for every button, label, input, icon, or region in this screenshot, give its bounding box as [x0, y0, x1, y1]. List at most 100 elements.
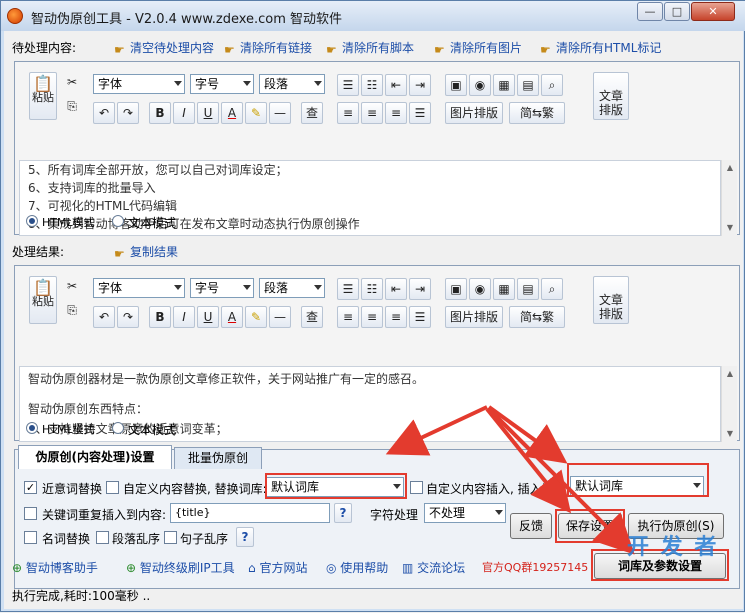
clear-images-link[interactable]: ☛ 清除所有图片: [434, 39, 522, 57]
pending-scrollbar[interactable]: ▲ ▼: [721, 160, 737, 236]
size-select[interactable]: 字号: [190, 278, 254, 298]
pending-text-mode-radio[interactable]: [112, 215, 124, 227]
bold-button[interactable]: B: [149, 306, 171, 328]
unordered-list-icon[interactable]: ☷: [361, 74, 383, 96]
document-icon[interactable]: ▤: [517, 74, 539, 96]
ordered-list-icon[interactable]: ☰: [337, 278, 359, 300]
paragraph-select[interactable]: 段落: [259, 278, 325, 298]
bold-button[interactable]: B: [149, 102, 171, 124]
custom-insert-checkbox[interactable]: [410, 481, 423, 494]
find-button[interactable]: 查: [301, 102, 323, 124]
title-bar[interactable]: 智动伪原创工具 - V2.0.4 www.zdexe.com 智动软件 — □ …: [1, 1, 745, 31]
horizontal-rule-icon[interactable]: —: [269, 306, 291, 328]
outdent-icon[interactable]: ⇤: [385, 74, 407, 96]
table-icon[interactable]: ▦: [493, 278, 515, 300]
trad-simp-button[interactable]: 简⇆繁: [509, 306, 565, 328]
footer-link-website[interactable]: ⌂ 官方网站: [248, 559, 307, 576]
find-button[interactable]: 查: [301, 306, 323, 328]
ordered-list-icon[interactable]: ☰: [337, 74, 359, 96]
minimize-button[interactable]: —: [637, 2, 663, 21]
article-layout-button[interactable]: 文章 排版: [593, 276, 629, 324]
footer-link-blog-helper[interactable]: ⊕ 智动博客助手: [12, 559, 98, 576]
redo-icon[interactable]: ↷: [117, 306, 139, 328]
clear-links-link[interactable]: ☛ 清除所有链接: [224, 39, 312, 57]
align-right-icon[interactable]: ≡: [385, 306, 407, 328]
undo-icon[interactable]: ↶: [93, 102, 115, 124]
highlight-icon[interactable]: ✎: [245, 102, 267, 124]
align-center-icon[interactable]: ≡: [361, 306, 383, 328]
horizontal-rule-icon[interactable]: —: [269, 102, 291, 124]
copy-icon[interactable]: ⎘: [63, 98, 81, 116]
copy-result-link[interactable]: ☛ 复制结果: [114, 243, 178, 261]
pending-html-mode-radio[interactable]: [26, 215, 38, 227]
near-replace-checkbox[interactable]: ✓: [24, 481, 37, 494]
footer-link-ip-tool[interactable]: ⊕ 智动终级刷IP工具: [126, 559, 235, 576]
align-center-icon[interactable]: ≡: [361, 102, 383, 124]
font-select[interactable]: 字体: [93, 278, 185, 298]
custom-replace-checkbox[interactable]: [106, 481, 119, 494]
maximize-button[interactable]: □: [664, 2, 690, 21]
align-left-icon[interactable]: ≡: [337, 102, 359, 124]
result-text-mode-radio[interactable]: [112, 422, 124, 434]
trad-simp-button[interactable]: 简⇆繁: [509, 102, 565, 124]
tab-pseudo-original-settings[interactable]: 伪原创(内容处理)设置: [18, 445, 172, 469]
italic-button[interactable]: I: [173, 306, 195, 328]
align-right-icon[interactable]: ≡: [385, 102, 407, 124]
close-button[interactable]: ✕: [691, 2, 735, 21]
image-icon[interactable]: ▣: [445, 278, 467, 300]
cut-icon[interactable]: ✂: [63, 278, 81, 296]
scroll-up-icon[interactable]: ▲: [722, 366, 738, 382]
footer-link-help[interactable]: ◎ 使用帮助: [326, 559, 388, 576]
size-select[interactable]: 字号: [190, 74, 254, 94]
result-html-mode-radio[interactable]: [26, 422, 38, 434]
outdent-icon[interactable]: ⇤: [385, 278, 407, 300]
indent-icon[interactable]: ⇥: [409, 278, 431, 300]
justify-icon[interactable]: ☰: [409, 306, 431, 328]
justify-icon[interactable]: ☰: [409, 102, 431, 124]
view-icon[interactable]: ⌕: [541, 74, 563, 96]
image-layout-button[interactable]: 图片排版: [445, 102, 503, 124]
paste-button[interactable]: 📋 粘贴: [29, 276, 57, 324]
scroll-down-icon[interactable]: ▼: [722, 426, 738, 442]
font-color-button[interactable]: A: [221, 102, 243, 124]
cut-icon[interactable]: ✂: [63, 74, 81, 92]
para-shuffle-checkbox[interactable]: [96, 531, 109, 544]
tab-batch[interactable]: 批量伪原创: [174, 447, 262, 469]
view-icon[interactable]: ⌕: [541, 278, 563, 300]
name-replace-checkbox[interactable]: [24, 531, 37, 544]
result-textarea[interactable]: 智动伪原创器材是一款伪原创文章修正软件，关于网站推广有一定的感召。 智动伪原创东…: [19, 366, 721, 442]
shuffle-help-button[interactable]: ?: [236, 527, 254, 547]
align-left-icon[interactable]: ≡: [337, 306, 359, 328]
pending-textarea[interactable]: 5、所有词库全部开放，您可以自己对词库设定； 6、支持词库的批量导入 7、可视化…: [19, 160, 721, 236]
clear-pending-link[interactable]: ☛ 清空待处理内容: [114, 39, 214, 57]
keyword-insert-checkbox[interactable]: [24, 507, 37, 520]
sentence-shuffle-checkbox[interactable]: [164, 531, 177, 544]
table-icon[interactable]: ▦: [493, 74, 515, 96]
unordered-list-icon[interactable]: ☷: [361, 278, 383, 300]
italic-button[interactable]: I: [173, 102, 195, 124]
copy-icon[interactable]: ⎘: [63, 302, 81, 320]
undo-icon[interactable]: ↶: [93, 306, 115, 328]
underline-button[interactable]: U: [197, 102, 219, 124]
highlight-icon[interactable]: ✎: [245, 306, 267, 328]
paste-button[interactable]: 📋 粘贴: [29, 72, 57, 120]
indent-icon[interactable]: ⇥: [409, 74, 431, 96]
clear-html-link[interactable]: ☛ 清除所有HTML标记: [540, 39, 661, 57]
font-color-button[interactable]: A: [221, 306, 243, 328]
keyword-help-button[interactable]: ?: [334, 503, 352, 523]
paragraph-select[interactable]: 段落: [259, 74, 325, 94]
feedback-button[interactable]: 反馈: [510, 513, 552, 539]
article-layout-button[interactable]: 文章 排版: [593, 72, 629, 120]
keyword-input[interactable]: {title}: [170, 503, 330, 523]
image-icon[interactable]: ▣: [445, 74, 467, 96]
globe-icon[interactable]: ◉: [469, 278, 491, 300]
footer-link-forum[interactable]: ▥ 交流论坛: [402, 559, 465, 576]
image-layout-button[interactable]: 图片排版: [445, 306, 503, 328]
clear-scripts-link[interactable]: ☛ 清除所有脚本: [326, 39, 414, 57]
scroll-up-icon[interactable]: ▲: [722, 160, 738, 176]
globe-icon[interactable]: ◉: [469, 74, 491, 96]
document-icon[interactable]: ▤: [517, 278, 539, 300]
char-proc-select[interactable]: 不处理: [424, 503, 506, 523]
underline-button[interactable]: U: [197, 306, 219, 328]
result-scrollbar[interactable]: ▲ ▼: [721, 366, 737, 442]
